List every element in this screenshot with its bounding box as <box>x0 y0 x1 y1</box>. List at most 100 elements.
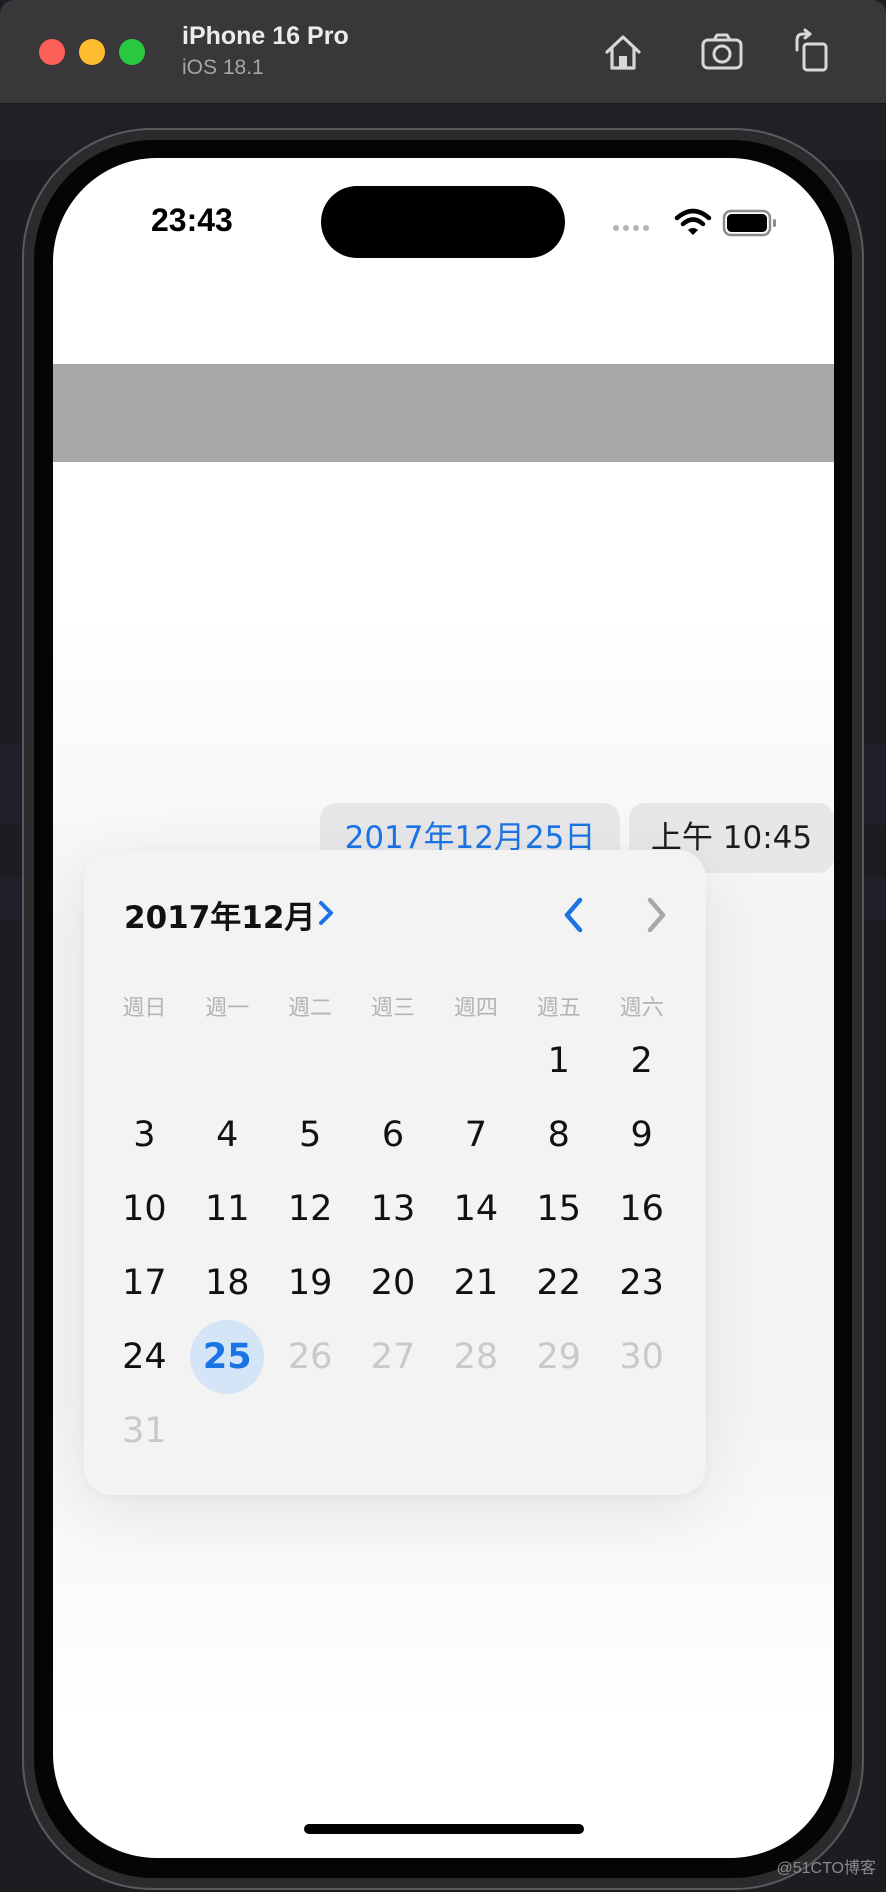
day-number: 9 <box>630 1115 653 1155</box>
chevron-right-icon[interactable] <box>316 898 338 928</box>
day-cell[interactable]: 2 <box>600 1024 683 1098</box>
month-year-title[interactable]: 2017年12月 <box>124 892 315 937</box>
weekday-label: 週四 <box>453 996 498 1021</box>
signal-icon <box>613 225 649 231</box>
status-time: 23:43 <box>151 202 233 238</box>
day-cell[interactable]: 17 <box>103 1246 186 1320</box>
weekday-label: 週五 <box>536 996 581 1021</box>
screenshot-button[interactable] <box>698 28 746 76</box>
day-cell[interactable]: 3 <box>103 1098 186 1172</box>
day-cell: 29 <box>517 1320 600 1394</box>
empty-day-cell <box>186 1024 269 1098</box>
day-number: 3 <box>133 1115 156 1155</box>
day-cell[interactable]: 5 <box>269 1098 352 1172</box>
day-number: 6 <box>381 1115 405 1155</box>
day-number: 4 <box>216 1115 239 1155</box>
empty-day-cell <box>352 1024 435 1098</box>
day-cell[interactable]: 19 <box>269 1246 352 1320</box>
day-cell: 28 <box>434 1320 517 1394</box>
day-number: 7 <box>464 1115 487 1155</box>
empty-day-cell <box>434 1024 517 1098</box>
day-number: 5 <box>299 1115 322 1155</box>
home-button[interactable] <box>599 28 647 76</box>
dynamic-island <box>321 186 565 258</box>
empty-day-cell <box>269 1024 352 1098</box>
day-number: 2 <box>630 1041 653 1081</box>
rotate-button[interactable] <box>790 28 838 76</box>
day-cell[interactable]: 14 <box>434 1172 517 1246</box>
day-number: 17 <box>122 1263 167 1303</box>
weekday-header-row: 週日 週一 週二 週三 週四 週五 週六 <box>103 990 683 1022</box>
zoom-window-button[interactable] <box>119 39 145 65</box>
day-cell[interactable]: 1 <box>517 1024 600 1098</box>
day-cell[interactable]: 9 <box>600 1098 683 1172</box>
day-grid: 1 2 3 4 5 6 7 8 9 10 11 12 13 14 15 16 17 18 19 20 21 22 23 24 2… <box>103 1024 683 1468</box>
day-cell[interactable]: 18 <box>186 1246 269 1320</box>
close-window-button[interactable] <box>39 39 65 65</box>
day-number: 1 <box>547 1041 570 1081</box>
device-name: iPhone 16 Pro <box>182 22 349 50</box>
day-cell[interactable]: 20 <box>352 1246 435 1320</box>
day-cell[interactable]: 21 <box>434 1246 517 1320</box>
minimize-window-button[interactable] <box>79 39 105 65</box>
selected-day-cell[interactable]: 25 <box>186 1320 269 1394</box>
day-cell[interactable]: 11 <box>186 1172 269 1246</box>
day-cell[interactable]: 24 <box>103 1320 186 1394</box>
day-number: 13 <box>370 1189 416 1229</box>
weekday-label: 週日 <box>122 996 167 1021</box>
day-number: 24 <box>122 1337 167 1377</box>
home-icon <box>605 35 641 70</box>
day-number: 12 <box>287 1189 333 1229</box>
empty-day-cell <box>103 1024 186 1098</box>
day-cell[interactable]: 4 <box>186 1098 269 1172</box>
next-month-button[interactable] <box>640 895 672 935</box>
day-cell[interactable]: 6 <box>352 1098 435 1172</box>
day-cell[interactable]: 13 <box>352 1172 435 1246</box>
device-screen: 23:43 2017年12月25日 上午 10:45 2017年12月 週日 週… <box>53 158 834 1858</box>
day-number: 27 <box>370 1337 416 1377</box>
day-number: 31 <box>122 1411 167 1451</box>
day-cell: 26 <box>269 1320 352 1394</box>
day-cell[interactable]: 10 <box>103 1172 186 1246</box>
day-number: 23 <box>619 1263 664 1303</box>
day-number: 10 <box>122 1189 167 1229</box>
battery-icon <box>722 209 776 237</box>
os-version: iOS 18.1 <box>182 56 264 79</box>
day-cell[interactable]: 16 <box>600 1172 683 1246</box>
day-number: 8 <box>547 1115 570 1155</box>
day-cell[interactable]: 8 <box>517 1098 600 1172</box>
day-number: 11 <box>205 1189 250 1229</box>
day-cell[interactable]: 7 <box>434 1098 517 1172</box>
weekday-label: 週六 <box>619 996 664 1021</box>
day-cell[interactable]: 22 <box>517 1246 600 1320</box>
weekday-label: 週一 <box>205 996 250 1021</box>
day-number: 19 <box>287 1263 333 1303</box>
day-cell[interactable]: 23 <box>600 1246 683 1320</box>
day-cell: 27 <box>352 1320 435 1394</box>
day-number: 25 <box>190 1320 265 1394</box>
day-number: 15 <box>536 1189 581 1229</box>
watermark: @51CTO博客 <box>776 1860 876 1877</box>
weekday-label: 週三 <box>371 996 416 1021</box>
screenshot-icon <box>701 33 743 70</box>
status-icons <box>613 208 776 237</box>
rotate-icon <box>795 28 828 72</box>
home-indicator[interactable] <box>304 1824 584 1834</box>
day-number: 20 <box>370 1263 416 1303</box>
day-cell[interactable]: 15 <box>517 1172 600 1246</box>
day-number: 14 <box>453 1189 499 1229</box>
day-number: 16 <box>619 1189 664 1229</box>
day-number: 30 <box>619 1337 664 1377</box>
day-number: 29 <box>536 1337 581 1377</box>
simulator-title-bar: iPhone 16 Pro iOS 18.1 <box>0 0 886 104</box>
header-bar <box>53 364 834 462</box>
day-cell: 30 <box>600 1320 683 1394</box>
previous-month-button[interactable] <box>558 895 590 935</box>
day-cell: 31 <box>103 1394 186 1468</box>
day-number: 28 <box>453 1337 499 1377</box>
day-cell[interactable]: 12 <box>269 1172 352 1246</box>
day-number: 26 <box>287 1337 333 1377</box>
day-number: 22 <box>536 1263 581 1303</box>
weekday-label: 週二 <box>288 996 333 1021</box>
day-number: 18 <box>205 1263 250 1303</box>
